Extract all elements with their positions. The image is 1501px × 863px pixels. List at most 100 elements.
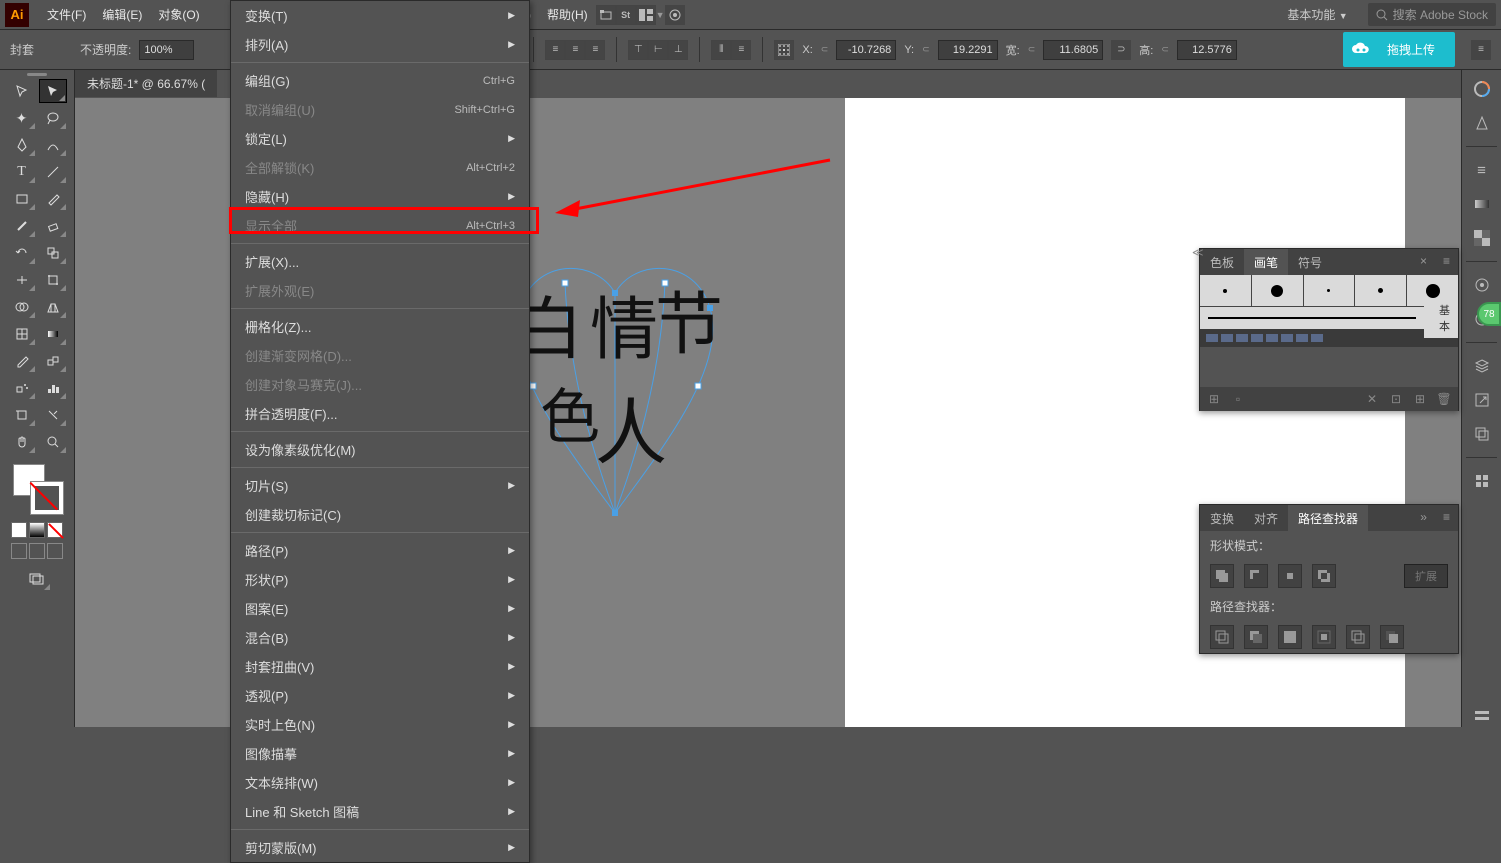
- h-input[interactable]: [1177, 40, 1237, 60]
- menu-help[interactable]: 帮助(H): [539, 1, 596, 28]
- artboards-panel-icon[interactable]: [1471, 423, 1493, 445]
- curvature-tool[interactable]: [39, 133, 67, 157]
- menu-object[interactable]: 对象(O): [150, 1, 207, 28]
- eraser-tool[interactable]: [39, 214, 67, 238]
- brush-new-icon[interactable]: ⊞: [1412, 391, 1428, 407]
- brush-options-icon[interactable]: ⊡: [1388, 391, 1404, 407]
- arrange-docs-icon[interactable]: [636, 5, 656, 25]
- menu-item-30[interactable]: 图像描摹▶: [231, 739, 529, 768]
- pf-unite[interactable]: [1210, 564, 1234, 588]
- panel-close-icon[interactable]: ×: [1412, 249, 1435, 275]
- column-graph-tool[interactable]: [39, 376, 67, 400]
- menu-item-34[interactable]: 剪切蒙版(M)▶: [231, 833, 529, 862]
- pf-trim[interactable]: [1244, 625, 1268, 649]
- draw-inside-icon[interactable]: [47, 543, 63, 559]
- menu-item-16[interactable]: 拼合透明度(F)...: [231, 399, 529, 428]
- line-tool[interactable]: [39, 160, 67, 184]
- pf-exclude[interactable]: [1312, 564, 1336, 588]
- stroke-color[interactable]: [31, 482, 63, 514]
- align-bottom-icon[interactable]: ⊥: [668, 40, 688, 60]
- properties-icon[interactable]: [1471, 705, 1493, 727]
- appearance-panel-icon[interactable]: [1471, 274, 1493, 296]
- brush-preset-3[interactable]: [1304, 275, 1356, 306]
- distribute-v-icon[interactable]: ≡: [731, 40, 751, 60]
- transform-ref-icon[interactable]: [774, 40, 794, 60]
- upload-button[interactable]: 拖拽上传: [1375, 36, 1447, 63]
- pf-intersect[interactable]: [1278, 564, 1302, 588]
- brush-preset-2[interactable]: [1252, 275, 1304, 306]
- pf-minus-front[interactable]: [1244, 564, 1268, 588]
- document-tab[interactable]: 未标题-1* @ 66.67% (: [75, 70, 217, 97]
- eyedropper-tool[interactable]: [8, 349, 36, 373]
- rotate-tool[interactable]: [8, 241, 36, 265]
- w-input[interactable]: [1043, 40, 1103, 60]
- free-transform-tool[interactable]: [39, 268, 67, 292]
- menu-item-25[interactable]: 图案(E)▶: [231, 594, 529, 623]
- fill-stroke-swatch[interactable]: [13, 464, 63, 514]
- menu-edit[interactable]: 编辑(E): [94, 1, 150, 28]
- menu-item-29[interactable]: 实时上色(N)▶: [231, 710, 529, 739]
- st-icon[interactable]: St: [616, 5, 636, 25]
- menu-item-20[interactable]: 切片(S)▶: [231, 471, 529, 500]
- menu-item-13[interactable]: 栅格化(Z)...: [231, 312, 529, 341]
- menu-item-28[interactable]: 透视(P)▶: [231, 681, 529, 710]
- menu-item-18[interactable]: 设为像素级优化(M): [231, 435, 529, 464]
- menu-item-7[interactable]: 隐藏(H)▶: [231, 182, 529, 211]
- shaper-tool[interactable]: [8, 214, 36, 238]
- color-guide-icon[interactable]: [1471, 112, 1493, 134]
- x-input[interactable]: [836, 40, 896, 60]
- cloud-upload-area[interactable]: 拖拽上传: [1343, 32, 1455, 67]
- shape-builder-tool[interactable]: [8, 295, 36, 319]
- selection-tool[interactable]: [8, 79, 36, 103]
- symbol-sprayer-tool[interactable]: [8, 376, 36, 400]
- draw-behind-icon[interactable]: [29, 543, 45, 559]
- brush-preset-4[interactable]: [1355, 275, 1407, 306]
- transform-tab[interactable]: 变换: [1200, 505, 1244, 531]
- menu-item-27[interactable]: 封套扭曲(V)▶: [231, 652, 529, 681]
- brushes-tab[interactable]: 画笔: [1244, 249, 1288, 275]
- align-middle-icon[interactable]: ⊢: [648, 40, 668, 60]
- y-input[interactable]: [938, 40, 998, 60]
- menu-item-1[interactable]: 排列(A)▶: [231, 30, 529, 59]
- brush-delete-icon[interactable]: 🗑: [1436, 391, 1452, 407]
- brush-preset-1[interactable]: [1200, 275, 1252, 306]
- menu-item-23[interactable]: 路径(P)▶: [231, 536, 529, 565]
- menu-item-10[interactable]: 扩展(X)...: [231, 247, 529, 276]
- zoom-tool[interactable]: [39, 430, 67, 454]
- workspace-switcher[interactable]: 基本功能 ▼: [1277, 2, 1357, 27]
- brush-pattern-row[interactable]: [1200, 329, 1458, 347]
- perspective-grid-tool[interactable]: [39, 295, 67, 319]
- pf-menu-icon[interactable]: ≡: [1435, 505, 1458, 531]
- pf-expand-button[interactable]: 扩展: [1404, 564, 1448, 588]
- menu-item-24[interactable]: 形状(P)▶: [231, 565, 529, 594]
- gradient-tool[interactable]: [39, 322, 67, 346]
- pf-divide[interactable]: [1210, 625, 1234, 649]
- direct-selection-tool[interactable]: [39, 79, 67, 103]
- adobe-stock-search[interactable]: 搜索 Adobe Stock: [1368, 3, 1496, 26]
- align-top-icon[interactable]: ⊤: [628, 40, 648, 60]
- pf-minus-back[interactable]: [1380, 625, 1404, 649]
- brush-libraries-menu-icon[interactable]: ▫: [1230, 391, 1246, 407]
- mesh-tool[interactable]: [8, 322, 36, 346]
- artboard-tool[interactable]: [8, 403, 36, 427]
- menu-item-26[interactable]: 混合(B)▶: [231, 623, 529, 652]
- brush-remove-icon[interactable]: ✕: [1364, 391, 1380, 407]
- bridge-icon[interactable]: [596, 5, 616, 25]
- menu-item-0[interactable]: 变换(T)▶: [231, 1, 529, 30]
- paintbrush-tool[interactable]: [39, 187, 67, 211]
- pf-merge[interactable]: [1278, 625, 1302, 649]
- opacity-input[interactable]: [139, 40, 194, 60]
- brush-library-icon[interactable]: ⊞: [1206, 391, 1222, 407]
- pf-outline[interactable]: [1346, 625, 1370, 649]
- transparency-panel-icon[interactable]: [1471, 227, 1493, 249]
- menu-item-31[interactable]: 文本绕排(W)▶: [231, 768, 529, 797]
- lasso-tool[interactable]: [39, 106, 67, 130]
- heart-envelope-object[interactable]: 白 情 节 色 人: [495, 253, 755, 553]
- menu-item-32[interactable]: Line 和 Sketch 图稿▶: [231, 797, 529, 826]
- menu-item-5[interactable]: 锁定(L)▶: [231, 124, 529, 153]
- pen-tool[interactable]: [8, 133, 36, 157]
- pf-collapse-icon[interactable]: »: [1412, 505, 1435, 531]
- symbols-tab[interactable]: 符号: [1288, 249, 1332, 275]
- draw-normal-icon[interactable]: [11, 543, 27, 559]
- gradient-panel-icon[interactable]: [1471, 193, 1493, 215]
